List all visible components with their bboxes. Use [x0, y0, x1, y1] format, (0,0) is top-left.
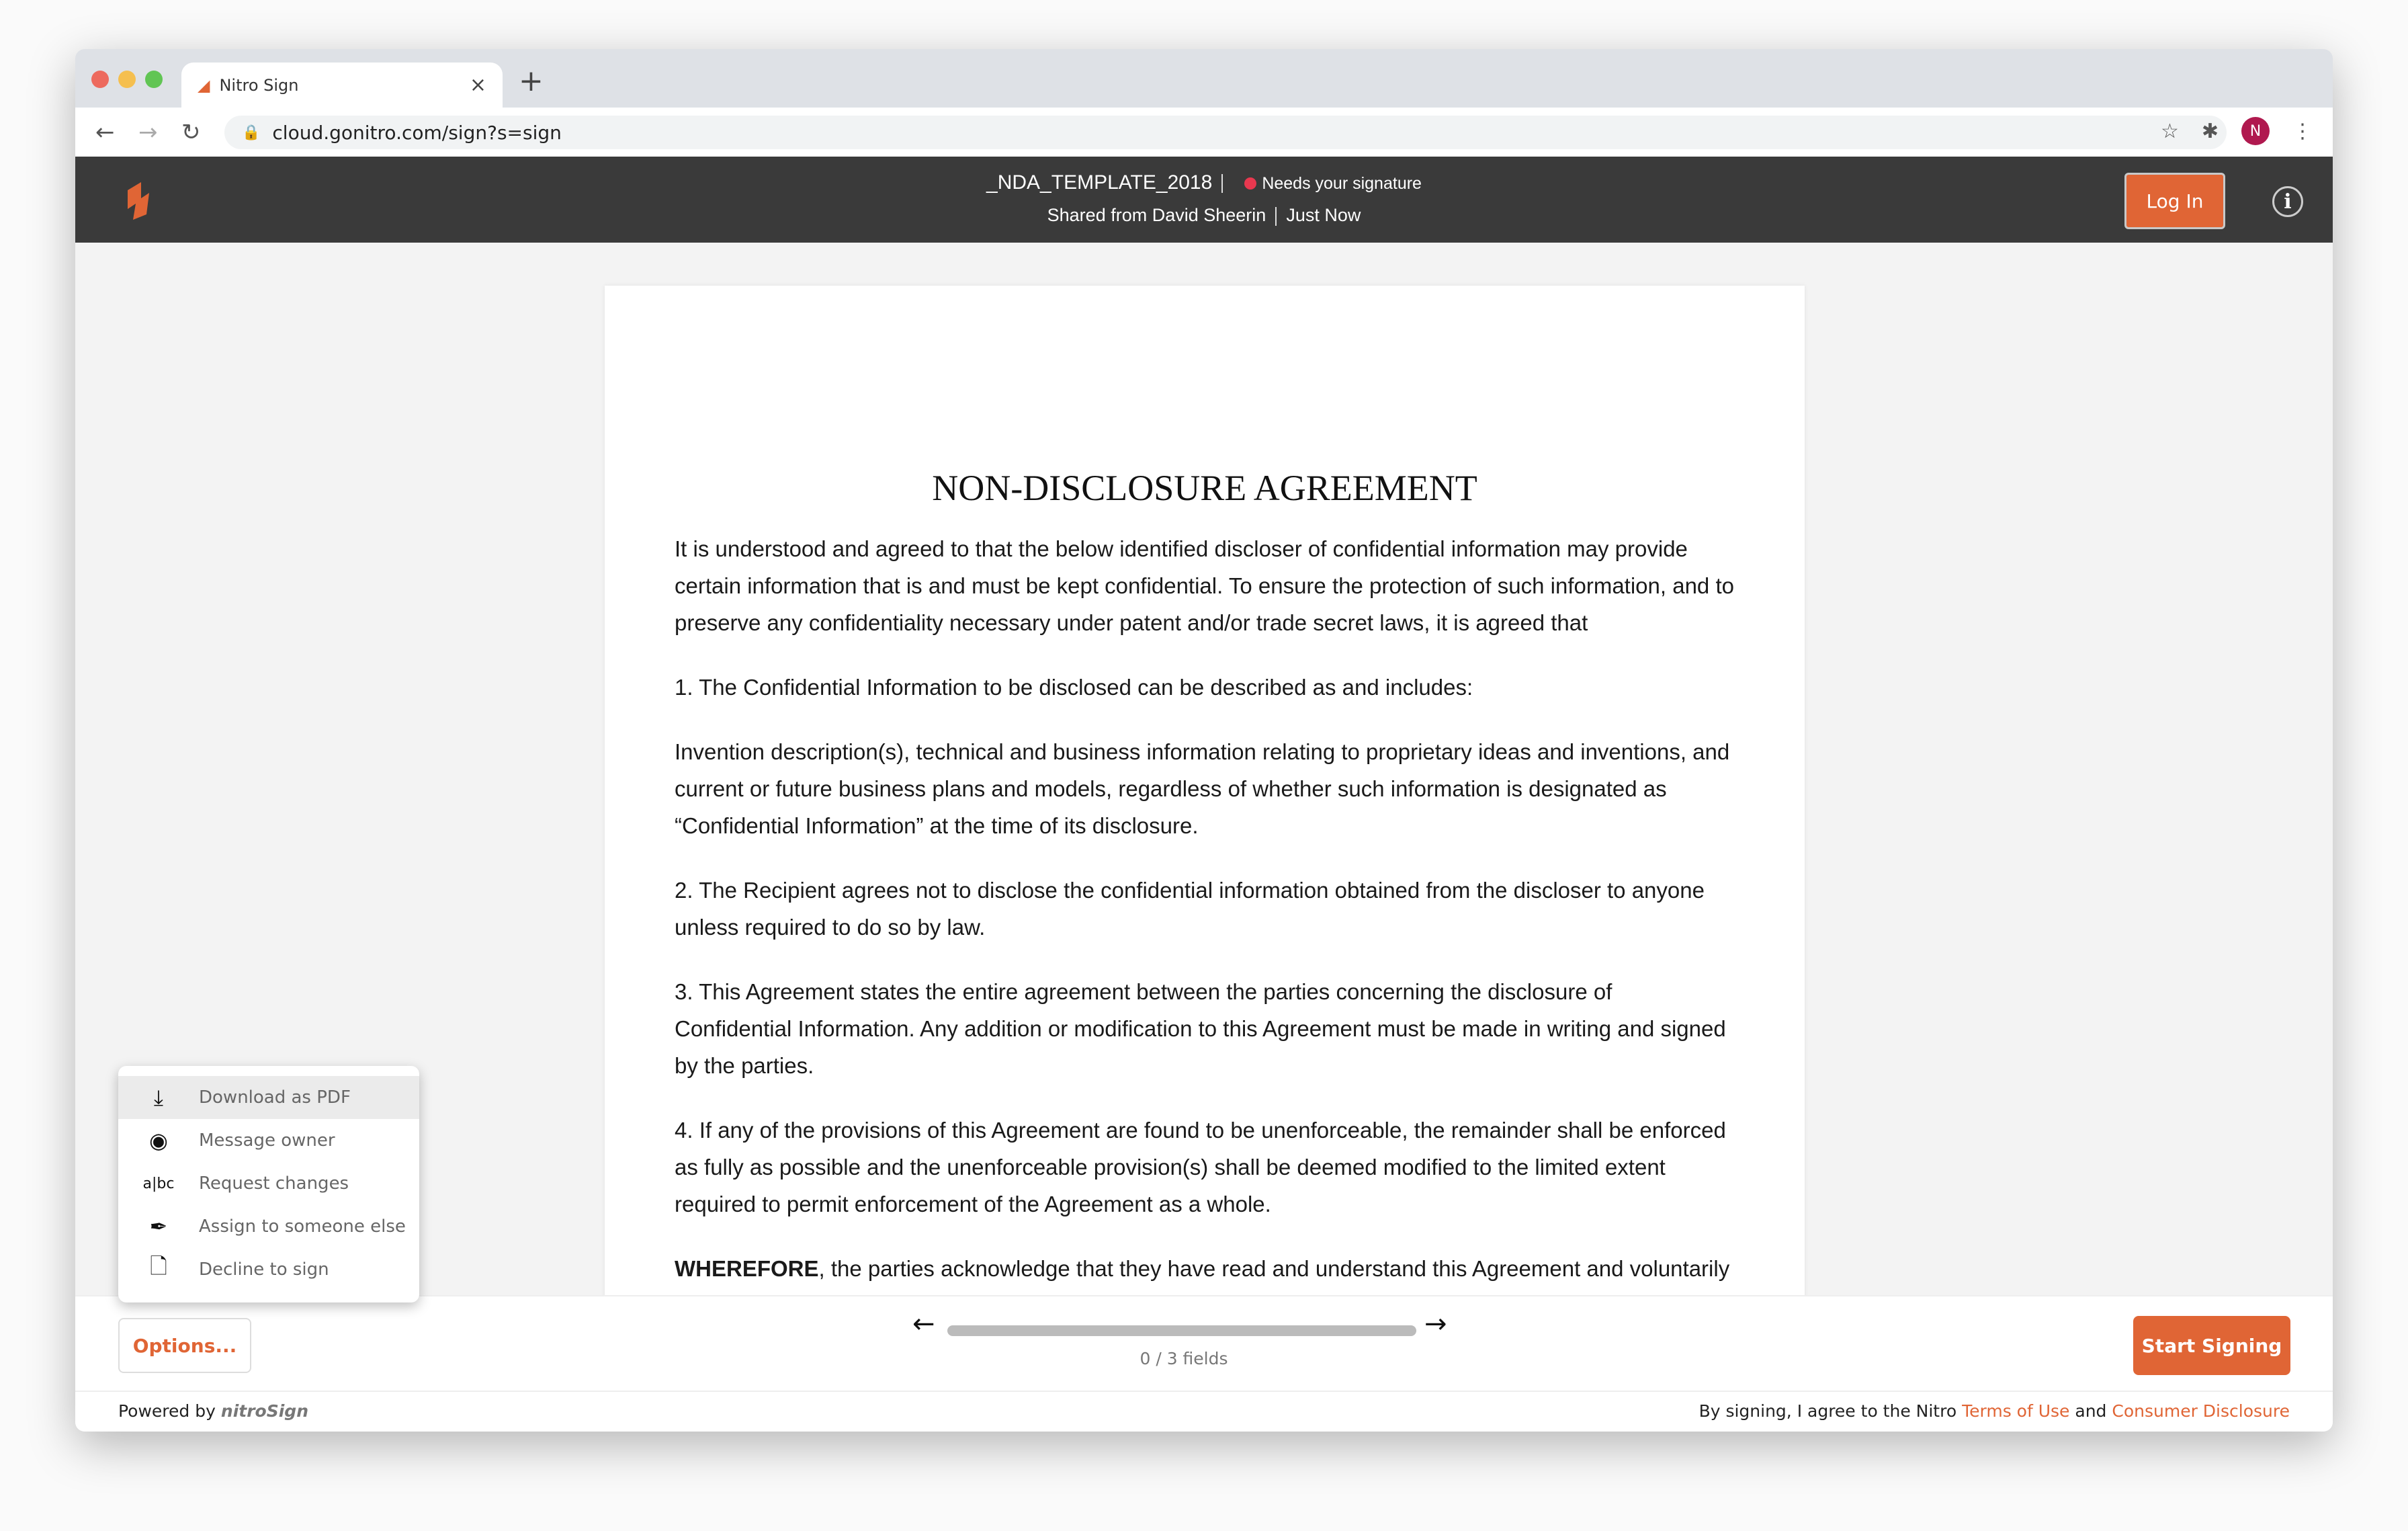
app-header: _NDA_TEMPLATE_2018 Needs your signature S… — [75, 157, 2333, 243]
browser-window: ◢ Nitro Sign × + ← → ↻ 🔒 cloud.gonitro.c… — [75, 49, 2333, 1432]
wherefore-text: , the parties acknowledge that they have… — [818, 1256, 1730, 1281]
paragraph: 2. The Recipient agrees not to disclose … — [675, 878, 1705, 940]
document-page: NON-DISCLOSURE AGREEMENT It is understoo… — [605, 286, 1805, 1295]
user-icon: ◉ — [149, 1128, 168, 1153]
shared-from: Shared from David Sheerin — [1047, 205, 1266, 225]
terms-of-use-link[interactable]: Terms of Use — [1962, 1401, 2069, 1421]
next-field-arrow[interactable]: → — [1424, 1309, 1447, 1339]
menu-item-assign[interactable]: ✒ Assign to someone else — [118, 1205, 419, 1248]
browser-menu-icon[interactable]: ⋮ — [2292, 120, 2313, 143]
info-icon[interactable]: i — [2272, 186, 2303, 217]
options-button[interactable]: Options... — [118, 1318, 251, 1373]
reload-icon[interactable]: ↻ — [181, 119, 204, 146]
new-tab-button[interactable]: + — [519, 64, 544, 98]
menu-item-label: Assign to someone else — [199, 1216, 406, 1237]
tab-title: Nitro Sign — [219, 75, 299, 95]
agree-label: By signing, I agree to the Nitro — [1698, 1401, 1957, 1421]
powered-by: Powered by — [118, 1401, 216, 1421]
profile-avatar[interactable]: N — [2241, 117, 2270, 145]
and-label: and — [2075, 1401, 2107, 1421]
bookmark-star-icon[interactable]: ☆ — [2161, 120, 2179, 143]
paragraph: WHEREFORE, the parties acknowledge that … — [675, 1250, 1735, 1287]
paragraph: 4. If any of the provisions of this Agre… — [675, 1118, 1726, 1216]
menu-item-label: Message owner — [199, 1130, 335, 1151]
menu-item-message-owner[interactable]: ◉ Message owner — [118, 1119, 419, 1162]
nitro-favicon-icon: ◢ — [198, 75, 210, 95]
previous-field-arrow[interactable]: ← — [912, 1309, 935, 1339]
menu-item-label: Request changes — [199, 1173, 349, 1194]
fields-progress-bar — [947, 1325, 1416, 1336]
lock-icon: 🔒 — [242, 124, 261, 141]
close-tab-icon[interactable]: × — [470, 73, 486, 97]
signing-bar: Options... ← → 0 / 3 fields Start Signin… — [75, 1295, 2333, 1391]
pen-forward-icon: ✒ — [149, 1214, 168, 1239]
paragraph: 3. This Agreement states the entire agre… — [675, 979, 1726, 1078]
footer: Powered by nitroSign By signing, I agree … — [75, 1391, 2333, 1432]
menu-item-label: Decline to sign — [199, 1259, 329, 1280]
url-text: cloud.gonitro.com/sign?s=sign — [272, 121, 562, 144]
shared-time: Just Now — [1286, 205, 1361, 225]
forward-icon[interactable]: → — [138, 119, 161, 146]
url-input[interactable]: 🔒 cloud.gonitro.com/sign?s=sign — [224, 116, 2227, 149]
status-badge: Needs your signature — [1262, 174, 1422, 193]
agreement-text: By signing, I agree to the Nitro Terms o… — [1699, 1401, 2290, 1421]
extensions-icon[interactable]: ✱ — [2202, 120, 2219, 143]
fields-count: 0 / 3 fields — [1140, 1349, 1228, 1368]
status-dot-icon — [1244, 177, 1257, 190]
document-name: _NDA_TEMPLATE_2018 — [986, 171, 1213, 194]
document-title-line: _NDA_TEMPLATE_2018 Needs your signature — [75, 171, 2333, 194]
tab-bar: ◢ Nitro Sign × + — [75, 49, 2333, 108]
download-icon: ⤓ — [153, 1084, 164, 1110]
login-button[interactable]: Log In — [2124, 173, 2225, 229]
wherefore-bold: WHEREFORE — [675, 1256, 819, 1281]
paragraph: Invention description(s), technical and … — [675, 739, 1730, 838]
zoom-window-button[interactable] — [145, 71, 163, 88]
start-signing-button[interactable]: Start Signing — [2133, 1316, 2290, 1375]
paragraph: 1. The Confidential Information to be di… — [675, 675, 1473, 700]
address-bar-row: ← → ↻ 🔒 cloud.gonitro.com/sign?s=sign ☆ … — [75, 108, 2333, 157]
menu-item-label: Download as PDF — [199, 1087, 351, 1108]
menu-item-decline[interactable]: 🗋 Decline to sign — [118, 1248, 419, 1291]
text-cursor-icon: a|bc — [142, 1175, 175, 1192]
browser-tab[interactable]: ◢ Nitro Sign × — [181, 63, 503, 108]
document-heading: NON-DISCLOSURE AGREEMENT — [932, 468, 1477, 508]
close-window-button[interactable] — [91, 71, 109, 88]
options-menu: ⤓ Download as PDF ◉ Message owner a|bc Requ… — [118, 1066, 419, 1302]
back-icon[interactable]: ← — [95, 119, 118, 146]
nitro-sign-logo: nitroSign — [220, 1401, 308, 1421]
consumer-disclosure-link[interactable]: Consumer Disclosure — [2112, 1401, 2290, 1421]
menu-item-request-changes[interactable]: a|bc Request changes — [118, 1162, 419, 1205]
document-trash-icon: 🗋 — [150, 1253, 167, 1279]
paragraph: It is understood and agreed to that the … — [675, 536, 1734, 635]
shared-info: Shared from David Sheerin Just Now — [75, 205, 2333, 226]
menu-item-download-pdf[interactable]: ⤓ Download as PDF — [118, 1076, 419, 1119]
minimize-window-button[interactable] — [118, 71, 136, 88]
